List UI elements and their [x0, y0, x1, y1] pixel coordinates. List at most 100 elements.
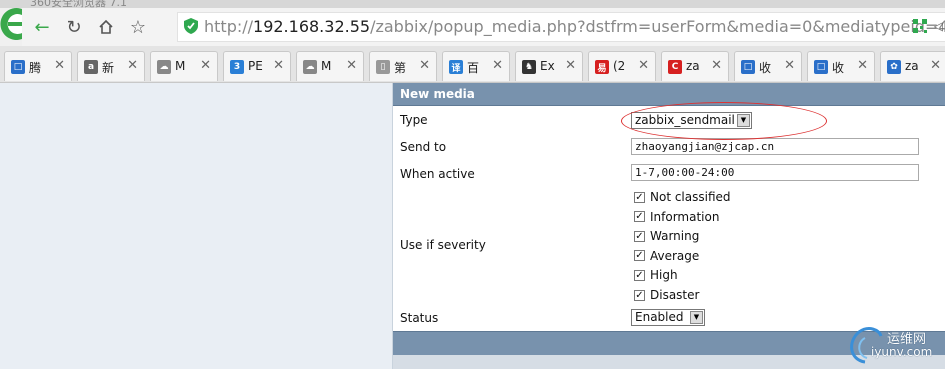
close-icon[interactable]: ✕ [857, 58, 868, 73]
close-icon[interactable]: ✕ [54, 58, 65, 73]
severity-label-text: High [650, 268, 678, 283]
blue-app-icon: □ [814, 60, 828, 74]
tab-strip: □ 腾 ✕ a 新 ✕ ☁ M ✕ 3 PE ✕ ☁ M ✕ ▯ 第 ✕ 译百 ✕ ♞ Ex ✕ 易 (2 ✕ Cza ✕ □ 收 ✕ □ 收 ✕… [0, 46, 945, 83]
when-active-label: When active [400, 167, 475, 181]
close-icon[interactable]: ✕ [127, 58, 138, 73]
translate-icon: 译 [449, 60, 463, 74]
favorite-button[interactable]: ☆ [126, 15, 150, 39]
close-icon[interactable]: ✕ [200, 58, 211, 73]
form-title: New media [400, 87, 475, 101]
back-arrow-icon: ← [34, 16, 50, 38]
more-icon[interactable]: ◁ [934, 19, 943, 33]
weibo-icon: 易 [595, 60, 609, 74]
send-to-label: Send to [400, 140, 447, 154]
browser-tab[interactable]: 3 PE ✕ [223, 51, 291, 81]
page-icon: ▯ [376, 60, 390, 74]
reload-button[interactable]: ↻ [62, 15, 86, 39]
severity-label: Use if severity [400, 238, 486, 252]
browser-tab[interactable]: ☁ M ✕ [296, 51, 364, 81]
back-button[interactable]: ← [30, 15, 54, 39]
type-label: Type [400, 113, 428, 127]
checkbox[interactable]: ✓ [634, 230, 645, 242]
browser-tab[interactable]: 易 (2 ✕ [588, 51, 656, 81]
paw-icon: ✿ [887, 60, 901, 74]
cloud-icon: ☁ [157, 60, 171, 74]
close-icon[interactable]: ✕ [711, 58, 722, 73]
close-icon[interactable]: ✕ [492, 58, 503, 73]
browser-tab[interactable]: ♞ Ex ✕ [515, 51, 583, 81]
severity-row: Use if severity ✓ Not classified ✓ Informat… [393, 184, 945, 306]
severity-label-text: Information [650, 209, 720, 224]
camel-icon: ♞ [522, 60, 536, 74]
browser-tab[interactable]: ☁ M ✕ [150, 51, 218, 81]
severity-checkbox-item[interactable]: ✓ Warning [634, 229, 699, 243]
close-icon[interactable]: ✕ [346, 58, 357, 73]
browser-tab[interactable]: 译百 ✕ [442, 51, 510, 81]
form-header: New media [393, 83, 945, 106]
tab-label: za [686, 59, 700, 73]
tab-label: Ex [540, 59, 555, 73]
checkbox[interactable]: ✓ [634, 211, 645, 223]
highlight-ellipse [621, 102, 827, 140]
home-button[interactable] [94, 15, 118, 39]
severity-label-text: Warning [650, 229, 700, 244]
tab-label: za [905, 59, 919, 73]
cloud-icon: ☁ [303, 60, 317, 74]
address-bar[interactable]: http://192.168.32.55/zabbix/popup_media.… [177, 12, 945, 42]
browser-tab[interactable]: Cza ✕ [661, 51, 729, 81]
close-icon[interactable]: ✕ [638, 58, 649, 73]
severity-checkbox-item[interactable]: ✓ Average [634, 249, 699, 263]
close-icon[interactable]: ✕ [930, 58, 941, 73]
shield-icon [184, 18, 198, 34]
watermark-text-url: iyunv.com [871, 345, 933, 359]
tab-label: 收 [759, 61, 772, 75]
send-to-input[interactable]: zhaoyangjian@zjcap.cn [631, 138, 919, 155]
browser-tab[interactable]: □ 收 ✕ [734, 51, 802, 81]
checkbox[interactable]: ✓ [634, 191, 645, 203]
tab-label: M [321, 59, 332, 73]
qr-code-icon[interactable] [913, 19, 927, 33]
close-icon[interactable]: ✕ [419, 58, 430, 73]
tab-label: 腾 [29, 61, 42, 75]
checkbox[interactable]: ✓ [634, 269, 645, 281]
browser-tab[interactable]: ✿ za ✕ [880, 51, 945, 81]
c-logo-icon: C [668, 60, 682, 74]
blue-app-icon: □ [11, 60, 25, 74]
tab-label: 第 [394, 61, 407, 75]
watermark-logo: 运维网 iyunv.com [845, 322, 945, 367]
severity-label-text: Not classified [650, 190, 731, 204]
star-icon: ☆ [129, 16, 147, 38]
severity-checkbox-item[interactable]: ✓ High [634, 268, 678, 282]
close-icon[interactable]: ✕ [784, 58, 795, 73]
browser-tab[interactable]: □ 收 ✕ [807, 51, 875, 81]
status-select-value: Enabled [635, 310, 684, 324]
close-icon[interactable]: ✕ [565, 58, 576, 73]
news-icon: a [84, 60, 98, 74]
severity-checkbox-item[interactable]: ✓ Not classified [634, 190, 731, 204]
when-active-input[interactable]: 1-7,00:00-24:00 [631, 164, 919, 181]
status-select[interactable]: Enabled ▼ [631, 309, 705, 326]
browser-logo-icon [0, 8, 22, 40]
tab-label: 新 [102, 61, 115, 75]
window-titlebar: 360安全浏览器 7.1 [0, 0, 945, 9]
three-icon: 3 [230, 60, 244, 74]
blue-app-icon: □ [741, 60, 755, 74]
tab-label: (2 [613, 59, 626, 73]
browser-tab[interactable]: a 新 ✕ [77, 51, 145, 81]
severity-checkbox-item[interactable]: ✓ Disaster [634, 288, 699, 302]
close-icon[interactable]: ✕ [273, 58, 284, 73]
reload-icon: ↻ [66, 16, 82, 38]
browser-tab[interactable]: ▯ 第 ✕ [369, 51, 437, 81]
checkbox[interactable]: ✓ [634, 250, 645, 262]
status-label: Status [400, 311, 439, 325]
when-active-row: When active 1-7,00:00-24:00 [393, 158, 945, 184]
url-path: /zabbix/popup_media.php?dstfrm=userForm&… [370, 17, 945, 36]
navigation-bar: ← ↻ ☆ http://192.168.32.55/zabbix/popup_… [22, 8, 945, 46]
browser-tab[interactable]: □ 腾 ✕ [4, 51, 72, 81]
home-icon [99, 19, 113, 34]
tab-label: PE [248, 59, 263, 73]
checkbox[interactable]: ✓ [634, 289, 645, 301]
tab-label: 收 [832, 61, 845, 75]
severity-checkbox-item[interactable]: ✓ Information [634, 210, 719, 224]
left-blank-area [0, 83, 392, 369]
